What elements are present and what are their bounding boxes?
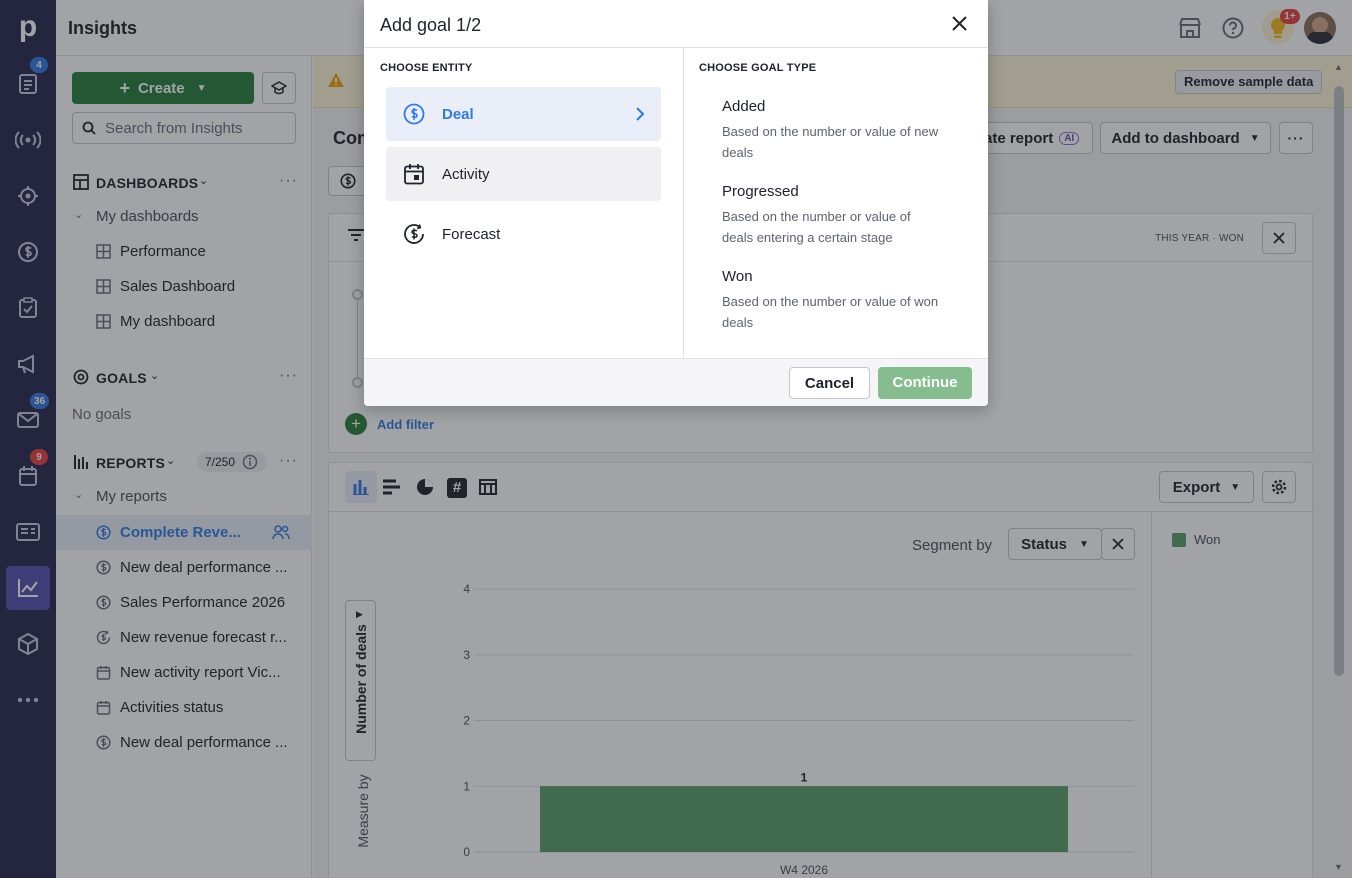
entity-forecast[interactable]: Forecast bbox=[386, 207, 661, 261]
activity-icon bbox=[404, 164, 424, 185]
goal-type-progressed[interactable]: Progressed Based on the number or value o… bbox=[722, 183, 942, 248]
entity-activity[interactable]: Activity bbox=[386, 147, 661, 201]
continue-button[interactable]: Continue bbox=[878, 367, 972, 399]
chevron-right-icon bbox=[636, 107, 645, 121]
forecast-icon bbox=[404, 224, 424, 244]
deal-icon bbox=[403, 103, 425, 125]
modal-footer: Cancel Continue bbox=[364, 358, 988, 406]
modal-title: Add goal 1/2 bbox=[380, 15, 482, 35]
entity-deal[interactable]: Deal bbox=[386, 87, 661, 141]
choose-entity-label: CHOOSE ENTITY bbox=[380, 62, 473, 74]
add-goal-modal: Add goal 1/2 CHOOSE ENTITY Deal Activity… bbox=[364, 0, 988, 406]
choose-goal-type-label: CHOOSE GOAL TYPE bbox=[699, 62, 817, 74]
goal-type-added[interactable]: Added Based on the number or value of new… bbox=[722, 98, 942, 163]
goal-type-won[interactable]: Won Based on the number or value of won d… bbox=[722, 268, 942, 333]
cancel-button[interactable]: Cancel bbox=[789, 367, 870, 399]
close-icon[interactable] bbox=[952, 16, 967, 31]
